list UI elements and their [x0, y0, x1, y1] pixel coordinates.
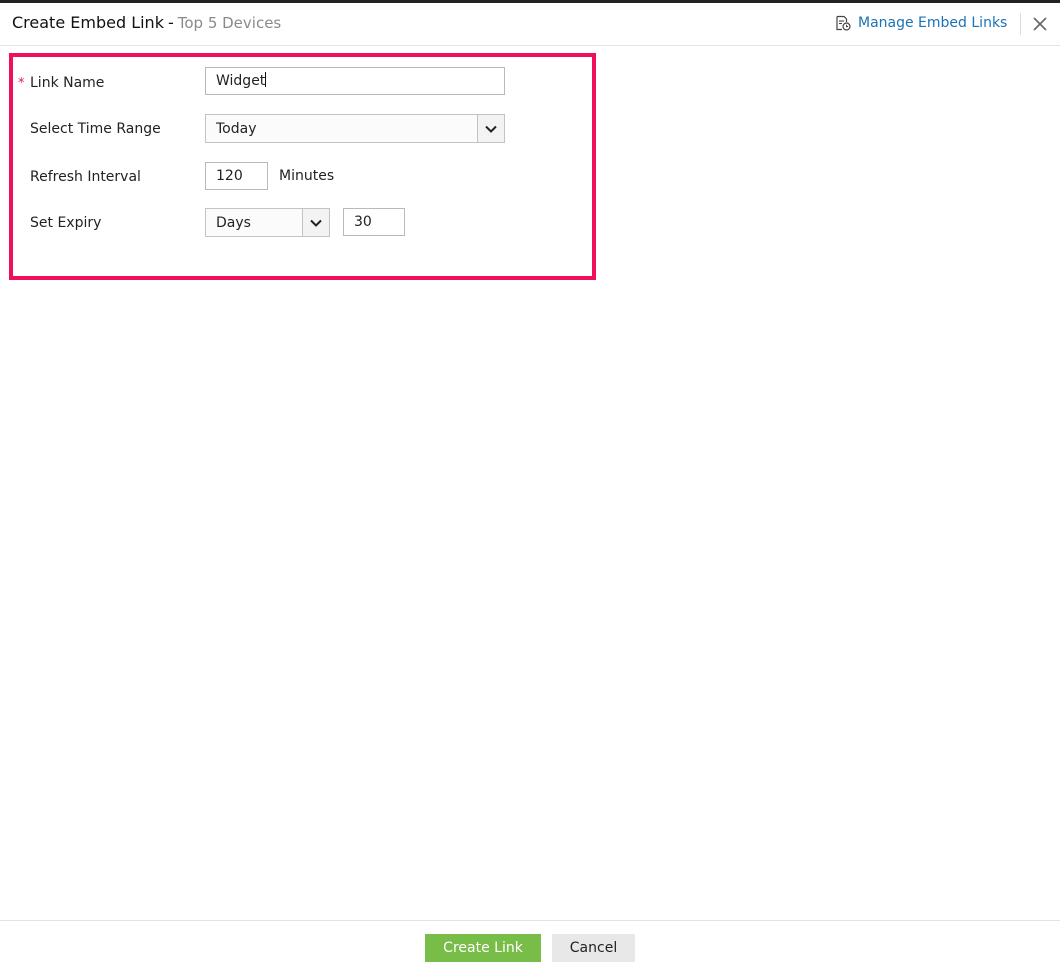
set-expiry-label: Set Expiry	[30, 215, 102, 231]
refresh-interval-input[interactable]: 120	[205, 162, 268, 190]
dialog-header: Create Embed Link - Top 5 Devices Manage E…	[0, 3, 1060, 46]
time-range-label: Select Time Range	[30, 121, 161, 137]
link-name-value: Widget	[216, 73, 266, 89]
refresh-interval-value: 120	[216, 168, 243, 184]
create-link-button[interactable]: Create Link	[425, 934, 541, 962]
chevron-down-icon	[310, 219, 322, 227]
dialog-footer: Create Link Cancel	[0, 920, 1060, 966]
cancel-button[interactable]: Cancel	[552, 934, 635, 962]
header-divider	[1020, 13, 1021, 35]
time-range-select[interactable]: Today	[205, 114, 505, 143]
manage-embed-links-link[interactable]: Manage Embed Links	[835, 15, 1007, 31]
create-embed-link-dialog: Create Embed Link - Top 5 Devices Manage E…	[0, 0, 1060, 966]
expiry-value-input[interactable]: 30	[343, 208, 405, 236]
expiry-value: 30	[354, 214, 372, 230]
time-range-dropdown-button[interactable]	[477, 115, 504, 142]
time-range-value: Today	[216, 121, 257, 137]
close-icon	[1033, 17, 1047, 31]
required-marker: *	[18, 76, 25, 91]
link-name-label: Link Name	[30, 75, 105, 91]
expiry-unit-select[interactable]: Days	[205, 208, 330, 237]
title-main: Create Embed Link	[12, 13, 164, 32]
embed-links-history-icon	[836, 15, 851, 31]
manage-embed-links-label: Manage Embed Links	[858, 15, 1008, 31]
close-button[interactable]	[1031, 15, 1049, 33]
expiry-unit-value: Days	[216, 215, 251, 231]
refresh-interval-label: Refresh Interval	[30, 169, 141, 185]
text-caret	[265, 72, 267, 87]
title-separator: -	[167, 13, 174, 32]
refresh-interval-unit: Minutes	[279, 168, 335, 184]
dialog-title: Create Embed Link - Top 5 Devices	[12, 13, 281, 32]
chevron-down-icon	[485, 125, 497, 133]
link-name-input[interactable]: Widget	[205, 67, 505, 95]
expiry-unit-dropdown-button[interactable]	[302, 209, 329, 236]
title-subtitle: Top 5 Devices	[177, 14, 282, 32]
